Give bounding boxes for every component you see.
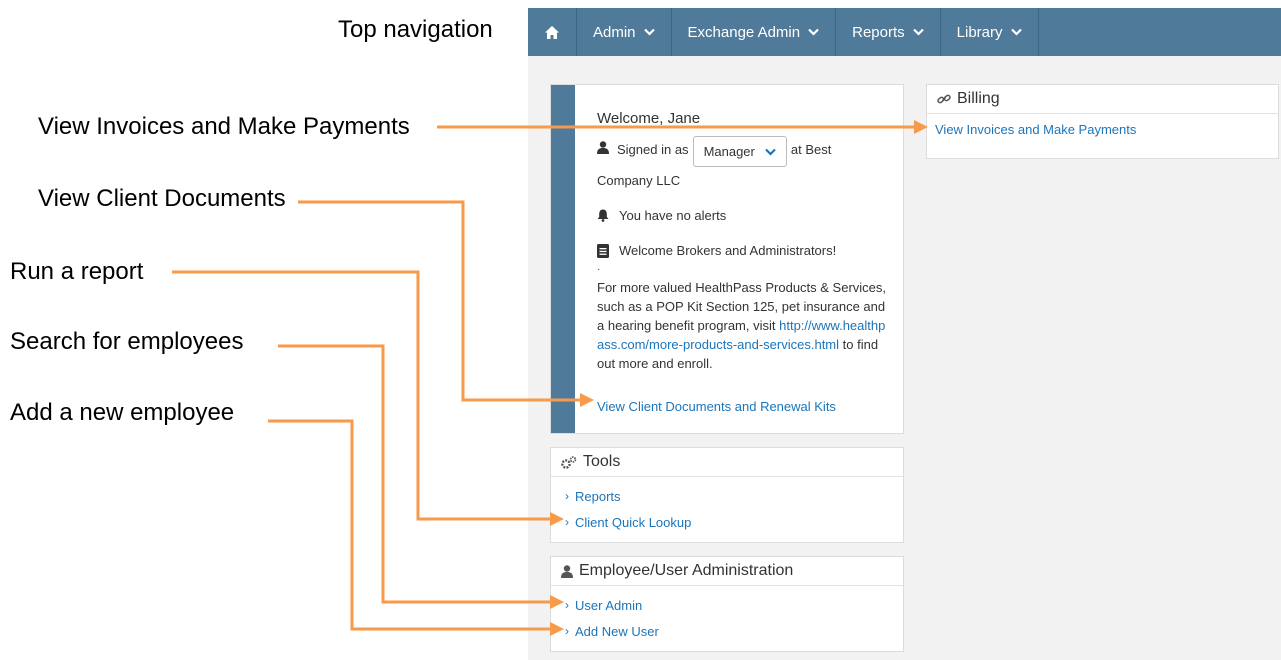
callout-arrows — [172, 120, 928, 636]
arrow-client-documents — [298, 200, 583, 402]
arrowhead-search-employees — [550, 595, 564, 609]
arrowhead-client-documents — [580, 393, 594, 407]
arrowhead-invoices — [914, 120, 928, 134]
arrow-add-employee — [268, 419, 553, 631]
arrowhead-add-employee — [550, 622, 564, 636]
arrowhead-run-report — [550, 512, 564, 526]
arrow-run-report — [172, 270, 553, 521]
arrow-search-employees — [278, 344, 553, 604]
